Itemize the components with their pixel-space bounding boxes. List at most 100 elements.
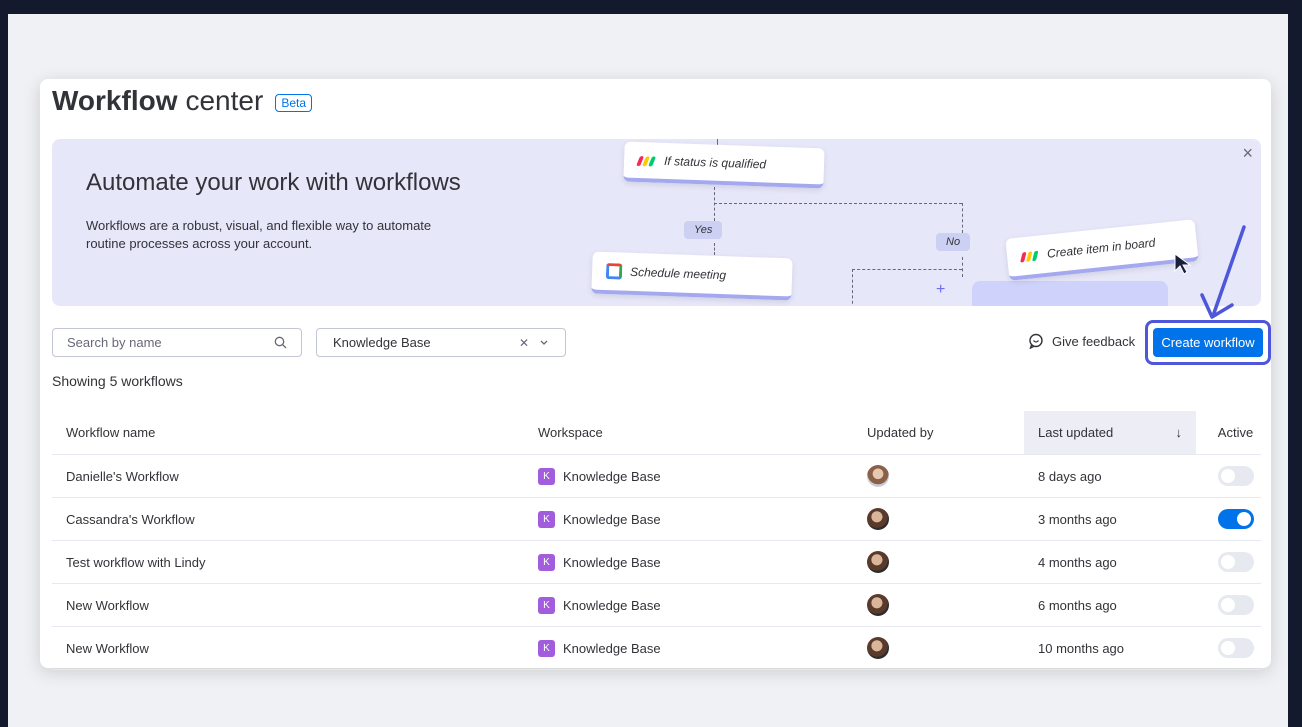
updated-by-cell <box>867 541 889 583</box>
avatar[interactable] <box>867 637 889 659</box>
updated-by-cell <box>867 455 889 497</box>
active-toggle[interactable] <box>1217 638 1254 658</box>
table-row[interactable]: Danielle's Workflow K Knowledge Base 8 d… <box>52 455 1261 498</box>
calendar-icon <box>605 263 623 280</box>
arrow-annotation-icon <box>1200 225 1246 319</box>
monday-logo-icon <box>636 154 657 167</box>
intro-banner: Automate your work with workflows Workfl… <box>52 139 1261 306</box>
workspace-name: Knowledge Base <box>563 554 661 570</box>
workspace-name: Knowledge Base <box>563 597 661 613</box>
workflow-name[interactable]: New Workflow <box>66 627 149 669</box>
last-updated-cell: 4 months ago <box>1038 554 1117 570</box>
page-title: Workflow center Beta <box>52 85 312 117</box>
create-workflow-highlight: Create workflow <box>1145 320 1271 365</box>
flow-connector <box>714 187 715 221</box>
toolbar: Search by name Knowledge Base ✕ Give fee… <box>52 320 1271 365</box>
updated-by-cell <box>867 498 889 540</box>
table-row[interactable]: Cassandra's Workflow K Knowledge Base 3 … <box>52 498 1261 541</box>
workflow-count: Showing 5 workflows <box>52 373 183 389</box>
avatar[interactable] <box>867 465 889 487</box>
column-header-active: Active <box>1217 425 1254 440</box>
active-cell <box>1210 498 1261 540</box>
flow-condition-card: If status is qualified <box>623 141 825 189</box>
flow-connector <box>962 257 963 277</box>
active-cell <box>1210 627 1261 669</box>
workspace-cell: K Knowledge Base <box>538 498 661 540</box>
workflow-center-panel: Workflow center Beta Automate your work … <box>40 79 1271 670</box>
search-placeholder: Search by name <box>67 335 162 350</box>
active-toggle[interactable] <box>1217 466 1254 486</box>
column-header-name[interactable]: Workflow name <box>66 411 155 454</box>
flow-connector <box>852 269 853 306</box>
active-toggle[interactable] <box>1217 509 1254 529</box>
workflows-table: Workflow name Workspace Updated by Last … <box>52 411 1261 670</box>
workspace-badge-icon: K <box>538 510 555 528</box>
flow-connector <box>852 269 962 270</box>
active-toggle[interactable] <box>1217 595 1254 615</box>
last-updated-cell: 6 months ago <box>1038 597 1117 613</box>
column-header-last-updated[interactable]: Last updated ↓ <box>1024 411 1196 454</box>
workflow-name[interactable]: Danielle's Workflow <box>66 455 179 497</box>
workspace-badge-icon: K <box>538 467 555 485</box>
workspace-cell: K Knowledge Base <box>538 584 661 626</box>
monday-logo-icon <box>1020 249 1040 263</box>
beta-badge: Beta <box>275 94 312 112</box>
workspace-filter-value: Knowledge Base <box>333 335 431 350</box>
workspace-cell: K Knowledge Base <box>538 455 661 497</box>
flow-no-tag: No <box>936 233 971 251</box>
workspace-name: Knowledge Base <box>563 468 661 484</box>
last-updated-cell: 8 days ago <box>1038 468 1102 484</box>
workspace-badge-icon: K <box>538 639 555 657</box>
last-updated-cell: 3 months ago <box>1038 511 1117 527</box>
page-title-light: center <box>185 85 264 116</box>
active-cell <box>1210 584 1261 626</box>
search-icon <box>274 336 287 349</box>
give-feedback-button[interactable]: Give feedback <box>1028 333 1135 349</box>
workflow-name[interactable]: Cassandra's Workflow <box>66 498 195 540</box>
active-cell <box>1210 541 1261 583</box>
search-input[interactable]: Search by name <box>52 328 302 357</box>
feedback-icon <box>1029 333 1043 349</box>
column-header-workspace[interactable]: Workspace <box>538 411 603 454</box>
flow-placeholder-block <box>972 281 1168 306</box>
updated-by-cell <box>867 584 889 626</box>
plus-icon: + <box>936 281 946 298</box>
workflow-name[interactable]: New Workflow <box>66 584 149 626</box>
active-toggle[interactable] <box>1217 552 1254 572</box>
table-row[interactable]: Test workflow with Lindy K Knowledge Bas… <box>52 541 1261 584</box>
workspace-filter-select[interactable]: Knowledge Base ✕ <box>316 328 566 357</box>
banner-title: Automate your work with workflows <box>86 169 461 196</box>
close-icon[interactable]: × <box>1242 143 1253 164</box>
clear-filter-icon[interactable]: ✕ <box>519 336 529 350</box>
avatar[interactable] <box>867 551 889 573</box>
workspace-cell: K Knowledge Base <box>538 541 661 583</box>
workflow-name[interactable]: Test workflow with Lindy <box>66 541 205 583</box>
avatar[interactable] <box>867 508 889 530</box>
flow-meeting-card: Schedule meeting <box>591 251 793 301</box>
table-header: Workflow name Workspace Updated by Last … <box>52 411 1261 455</box>
sort-arrow-icon[interactable]: ↓ <box>1176 425 1183 440</box>
create-workflow-button[interactable]: Create workflow <box>1153 328 1263 357</box>
workspace-name: Knowledge Base <box>563 640 661 656</box>
flow-connector <box>714 203 962 204</box>
column-header-last-updated-label: Last updated <box>1038 425 1114 440</box>
workspace-name: Knowledge Base <box>563 511 661 527</box>
page-title-bold: Workflow <box>52 85 178 116</box>
workspace-badge-icon: K <box>538 553 555 571</box>
give-feedback-label: Give feedback <box>1052 333 1136 349</box>
avatar[interactable] <box>867 594 889 616</box>
workspace-cell: K Knowledge Base <box>538 627 661 669</box>
workspace-badge-icon: K <box>538 596 555 614</box>
last-updated-cell: 10 months ago <box>1038 640 1125 656</box>
flow-yes-tag: Yes <box>684 221 723 239</box>
updated-by-cell <box>867 627 889 669</box>
chevron-down-icon[interactable] <box>539 338 549 348</box>
flow-create-card: Create item in board <box>1005 219 1199 281</box>
flow-meeting-label: Schedule meeting <box>629 264 727 283</box>
active-cell <box>1210 455 1261 497</box>
table-row[interactable]: New Workflow K Knowledge Base 6 months a… <box>52 584 1261 627</box>
flow-connector <box>962 203 963 233</box>
column-header-updated-by[interactable]: Updated by <box>867 411 934 454</box>
table-row[interactable]: New Workflow K Knowledge Base 10 months … <box>52 627 1261 670</box>
flow-create-label: Create item in board <box>1046 235 1156 261</box>
